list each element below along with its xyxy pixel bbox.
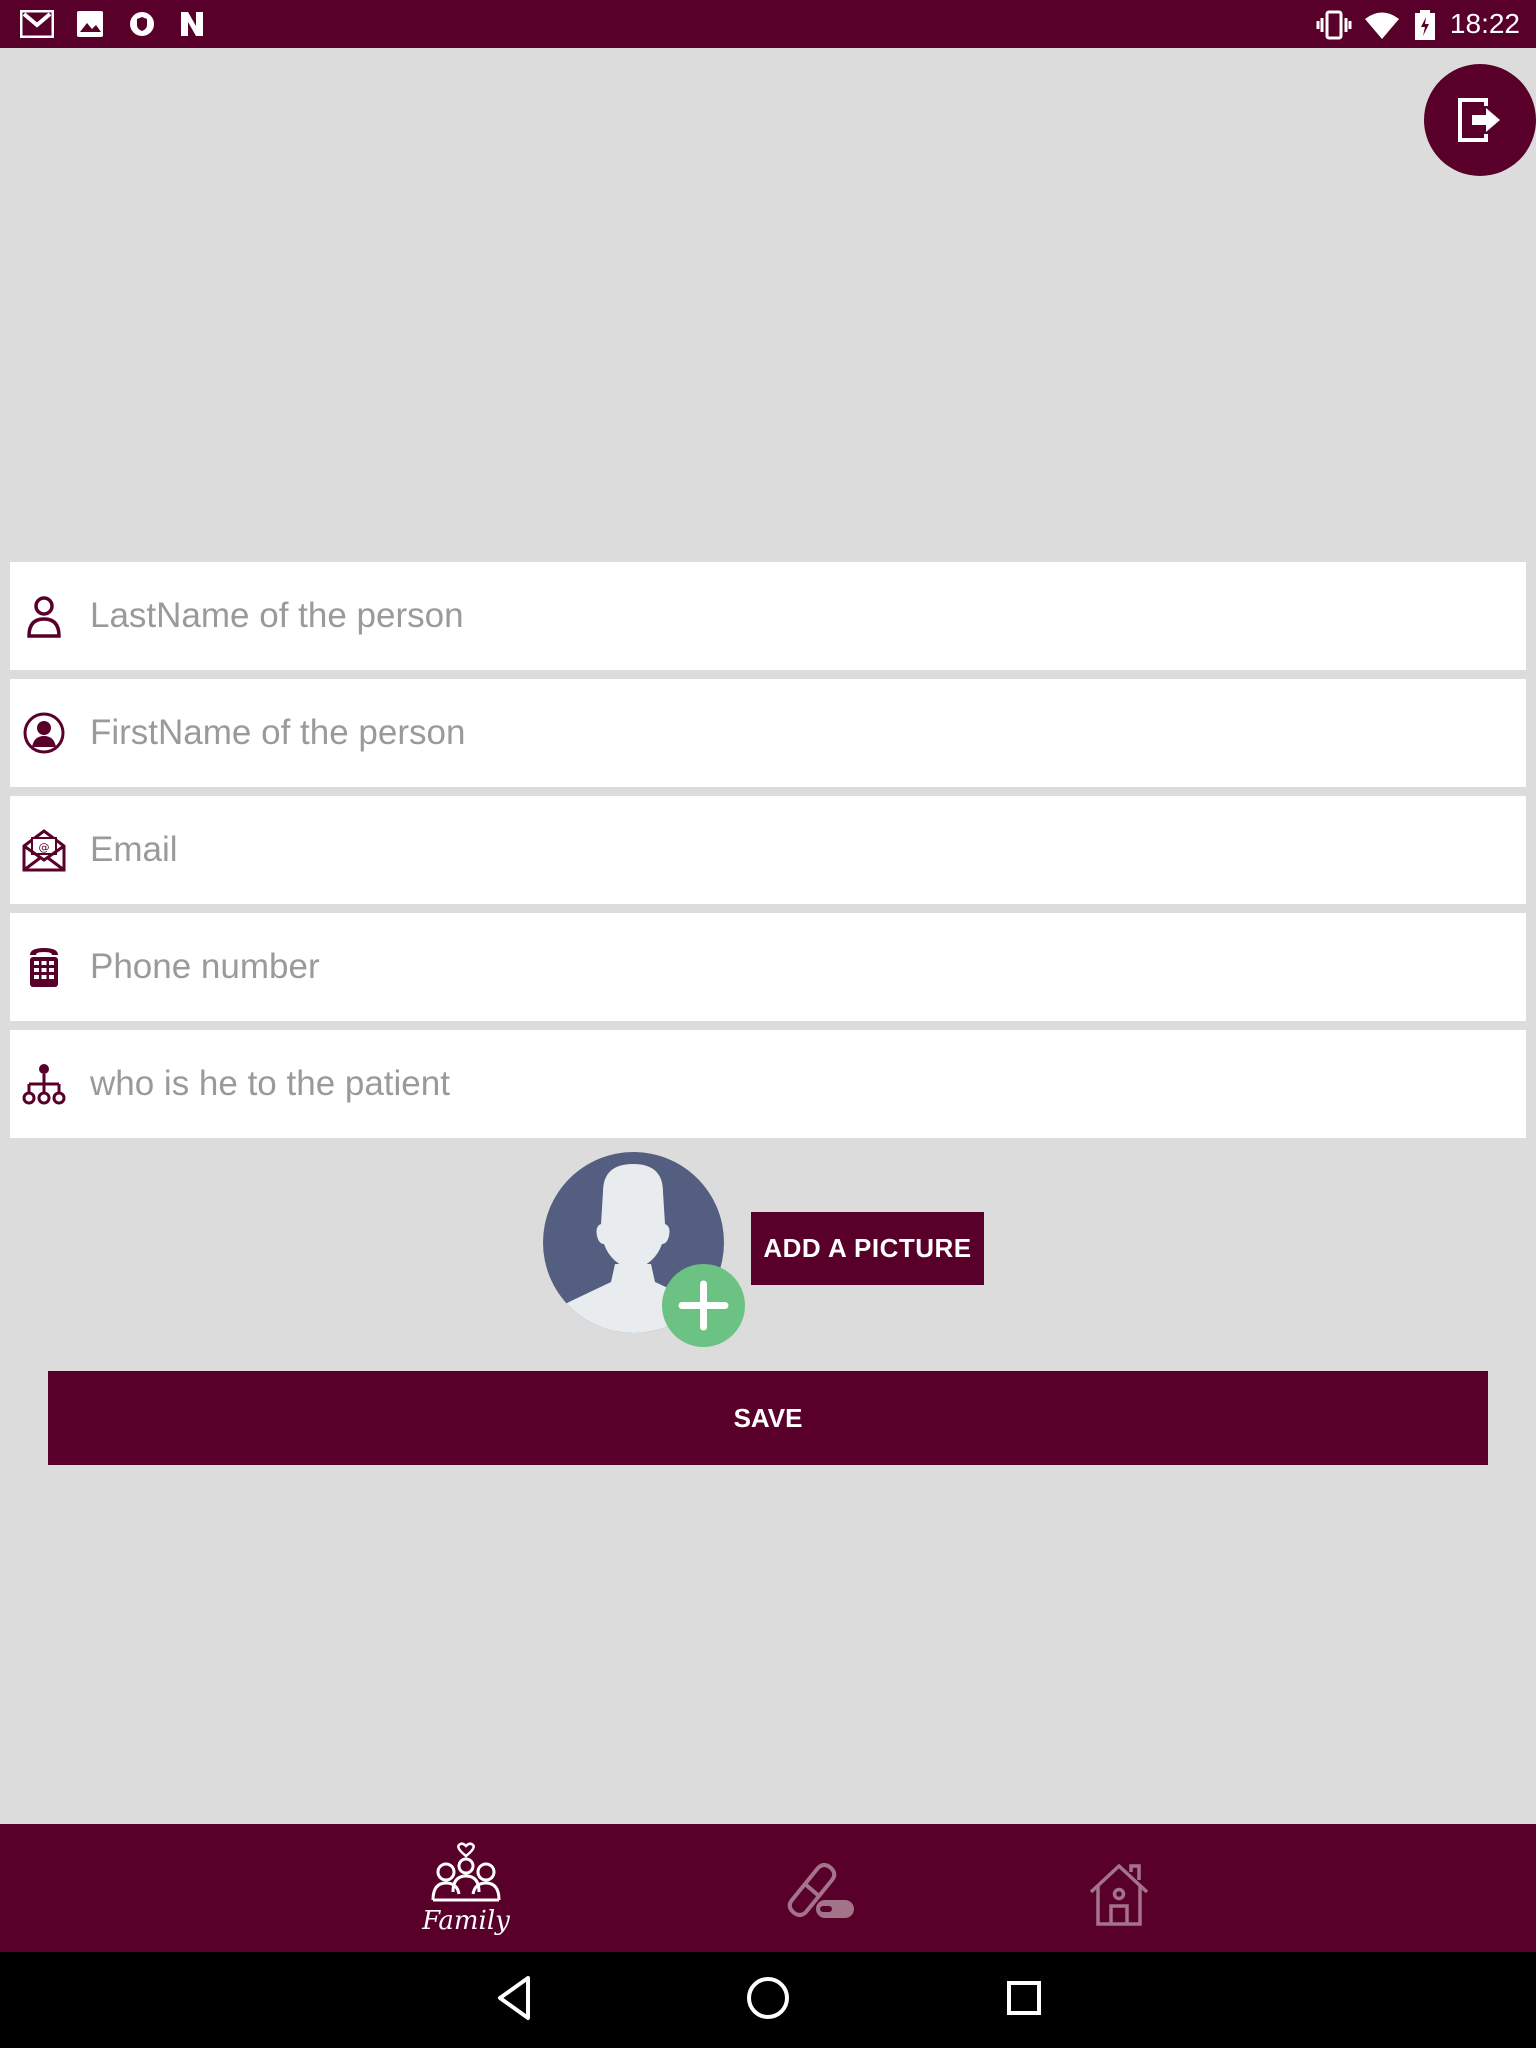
nav-item-family[interactable]: Family [416,1824,516,1952]
clock: 18:22 [1449,8,1520,39]
status-bar: 18:22 [0,0,1536,48]
battery-charging-icon [1415,10,1435,40]
recents-icon[interactable] [1004,1974,1044,2022]
hierarchy-icon [22,1064,66,1105]
gmail-icon [20,10,54,38]
envelope-icon: @ [22,829,66,872]
logout-button[interactable] [1424,64,1536,176]
phone-keypad-icon [30,948,58,987]
lastname-input[interactable] [90,586,1490,646]
lastname-field-row [10,562,1526,670]
nav-label-family: Family [422,1906,510,1936]
image-icon [77,11,103,37]
nav-item-medication[interactable] [780,1824,860,1952]
phone-input[interactable] [90,937,1490,997]
nav-item-home[interactable] [1084,1824,1154,1952]
wifi-icon [1365,12,1399,39]
firstname-field-row [10,679,1526,787]
plus-circle-icon[interactable] [662,1264,745,1347]
add-picture-button[interactable]: ADD A PICTURE [751,1212,984,1285]
email-input[interactable] [90,820,1490,880]
phone-field-row [10,913,1526,1021]
back-icon[interactable] [494,1974,534,2022]
system-nav-bar [0,1952,1536,2048]
shield-icon [130,12,154,36]
save-button[interactable]: SAVE [48,1371,1488,1465]
svg-text:@: @ [39,841,50,854]
home-circle-icon[interactable] [744,1974,792,2022]
email-field-row: @ [10,796,1526,904]
person-outline-icon [27,596,61,638]
relation-input[interactable] [90,1054,1490,1114]
person-circle-icon [23,712,65,754]
bottom-nav: Family [0,1824,1536,1952]
firstname-input[interactable] [90,703,1490,763]
n-icon [181,12,203,36]
logout-icon [1458,98,1500,142]
home-icon [1089,1863,1149,1926]
relation-field-row [10,1030,1526,1138]
pill-icon [787,1863,854,1918]
vibrate-icon [1316,10,1352,40]
family-icon [431,1842,501,1902]
